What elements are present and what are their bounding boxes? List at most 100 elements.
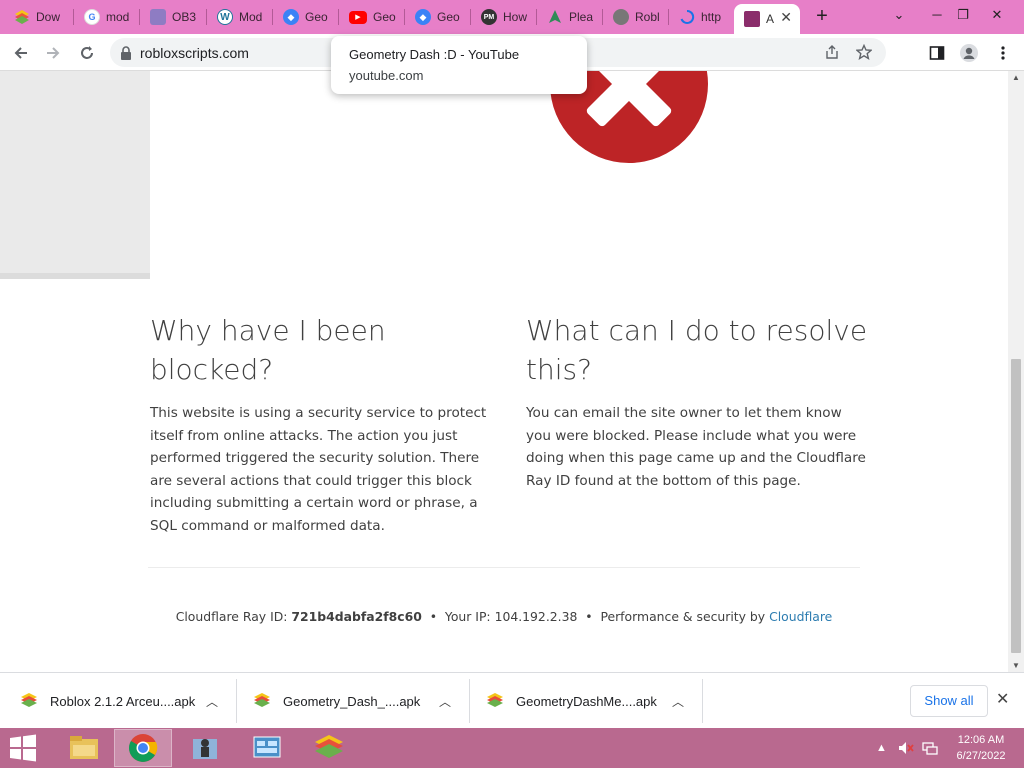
scroll-down-icon[interactable]: ▼ — [1008, 661, 1024, 670]
tab-wordpress[interactable]: W Mod — [207, 4, 273, 30]
tab-please[interactable]: Plea — [537, 4, 603, 30]
apk-file-icon — [487, 693, 503, 707]
ray-id-label: Cloudflare Ray ID: — [175, 609, 288, 624]
page-scrollbar[interactable]: ▲ ▼ — [1008, 71, 1024, 672]
star-icon[interactable] — [855, 43, 873, 65]
chrome-icon — [129, 734, 158, 762]
clock-time: 12:06 AM — [957, 734, 1005, 746]
download-filename: GeometryDashMe....apk — [516, 693, 657, 709]
tab-youtube[interactable]: ▶ Geo — [339, 4, 405, 30]
tab-geometry-1[interactable]: ◆ Geo — [273, 4, 339, 30]
heading-line: What can I do to resolve — [526, 314, 868, 347]
volume-muted-icon[interactable] — [898, 728, 914, 768]
scrollbar-thumb[interactable] — [1011, 359, 1021, 653]
tooltip-url: youtube.com — [349, 68, 424, 83]
ob3-icon — [150, 9, 166, 25]
tab-hover-tooltip: Geometry Dash :D - YouTube youtube.com — [331, 36, 587, 94]
ip-label: Your IP: — [444, 609, 491, 624]
download-item[interactable]: Geometry_Dash_....apk ︿ — [253, 679, 469, 723]
download-filename: Roblox 2.1.2 Arceu....apk — [50, 693, 196, 709]
reload-icon — [81, 46, 93, 59]
start-button[interactable] — [8, 734, 38, 762]
folder-icon — [70, 736, 98, 759]
paragraph-line: performed triggered the security solutio… — [150, 450, 480, 466]
profile-icon[interactable] — [956, 40, 982, 66]
download-separator — [702, 679, 703, 723]
tab-title: Geo — [373, 10, 396, 24]
tab-title: A — [766, 12, 775, 26]
apk-file-icon — [254, 693, 270, 707]
show-hidden-icons[interactable]: ▲ — [876, 728, 887, 768]
why-blocked-heading: Why have I been blocked? — [150, 311, 386, 389]
system-clock[interactable]: 12:06 AM 6/27/2022 — [946, 732, 1016, 764]
site-icon — [744, 11, 760, 27]
back-arrow-icon — [14, 47, 27, 59]
tab-title: Robl — [635, 10, 660, 24]
divider — [148, 567, 860, 568]
tab-title: OB3 — [172, 10, 197, 24]
network-icon[interactable] — [922, 728, 938, 768]
google-icon: G — [84, 9, 100, 25]
download-filename: Geometry_Dash_....apk — [283, 693, 421, 709]
chevron-down-icon[interactable]: ⌄ — [882, 0, 916, 30]
forward-arrow-icon — [47, 47, 60, 59]
scroll-up-icon[interactable]: ▲ — [1008, 73, 1024, 82]
file-explorer-button[interactable] — [55, 729, 113, 767]
chevron-up-icon[interactable]: ︿ — [206, 693, 218, 710]
close-icon[interactable]: ✕ — [780, 9, 792, 26]
reload-button[interactable] — [74, 40, 100, 66]
close-icon[interactable]: ✕ — [996, 689, 1009, 709]
geometry-icon: ◆ — [415, 9, 431, 25]
roblox-icon — [613, 9, 629, 25]
side-panel-icon[interactable] — [924, 40, 950, 66]
tab-title: Dow — [36, 10, 61, 24]
paragraph-line: you were blocked. Please include what yo… — [526, 427, 857, 444]
chrome-button[interactable] — [114, 729, 172, 767]
performance-label: Performance & security by — [600, 609, 766, 624]
forward-button[interactable] — [40, 40, 66, 66]
control-panel-button[interactable] — [238, 729, 296, 767]
paragraph-line: You can email the site owner to let them… — [526, 405, 842, 421]
resolve-text: You can email the site owner to let them… — [526, 402, 866, 492]
show-all-button[interactable]: Show all — [910, 685, 988, 717]
windows-logo-icon — [10, 734, 36, 762]
bullet-separator: • — [429, 609, 438, 624]
bluestacks-button[interactable] — [300, 729, 358, 767]
bullet-separator: • — [585, 609, 593, 624]
heading-line: Why have I been — [150, 314, 386, 347]
ip-value: 104.192.2.38 — [494, 609, 578, 624]
tab-active[interactable]: A ✕ — [734, 4, 800, 34]
paragraph-line: doing when this page came up and the Clo… — [526, 450, 866, 466]
windows-taskbar: ▲ 12:06 AM 6/27/2022 — [0, 728, 1024, 768]
paragraph-line: This website is using a security service… — [150, 405, 487, 421]
bluestacks-icon — [14, 9, 30, 25]
tab-title: mod — [106, 10, 130, 24]
new-tab-button[interactable]: + — [812, 6, 832, 28]
tab-geometry-2[interactable]: ◆ Geo — [405, 4, 471, 30]
pm-icon: PM — [481, 9, 497, 25]
chevron-up-icon[interactable]: ︿ — [439, 693, 451, 710]
back-button[interactable] — [8, 40, 34, 66]
chevron-up-icon[interactable]: ︿ — [672, 693, 684, 710]
chess-app-button[interactable] — [176, 729, 234, 767]
tab-loading[interactable]: http — [669, 4, 735, 30]
cloudflare-link[interactable]: Cloudflare — [769, 609, 832, 624]
ray-id-value: 721b4dabfa2f8c60 — [291, 609, 422, 624]
menu-icon[interactable] — [990, 40, 1016, 66]
tab-how[interactable]: PM How — [471, 4, 537, 30]
clock-date: 6/27/2022 — [956, 750, 1006, 762]
tab-bluestacks[interactable]: Dow — [4, 4, 70, 30]
download-item[interactable]: GeometryDashMe....apk ︿ — [486, 679, 702, 723]
paragraph-line: including submitting a certain word or p… — [150, 495, 478, 511]
share-icon[interactable] — [824, 44, 840, 65]
download-item[interactable]: Roblox 2.1.2 Arceu....apk ︿ — [20, 679, 236, 723]
download-bar: Roblox 2.1.2 Arceu....apk ︿ Geometry_Das… — [0, 672, 1024, 728]
url-text: robloxscripts.com — [140, 44, 249, 61]
tab-ob3[interactable]: OB3 — [140, 4, 206, 30]
tab-roblox[interactable]: Robl — [603, 4, 669, 30]
restore-button[interactable]: ❐ — [946, 0, 980, 30]
gray-side-block — [0, 71, 150, 279]
tab-google[interactable]: G mod — [74, 4, 140, 30]
tab-title: Plea — [569, 10, 594, 24]
close-window-button[interactable]: ✕ — [980, 0, 1014, 30]
